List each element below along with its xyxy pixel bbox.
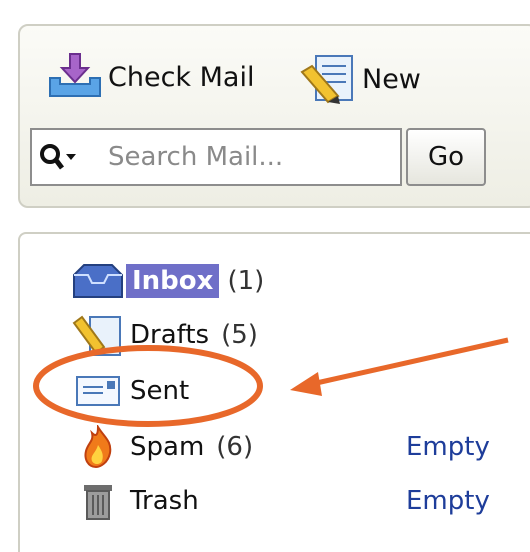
new-label: New	[362, 63, 421, 95]
empty-trash-link[interactable]: Empty	[406, 486, 490, 516]
compose-pencil-icon	[298, 52, 362, 106]
folder-spam[interactable]: Spam (6)	[70, 424, 253, 470]
sent-envelope-icon	[70, 369, 126, 413]
magnifier-dropdown-icon[interactable]	[32, 142, 106, 172]
folder-trash[interactable]: Trash	[70, 478, 203, 524]
folder-spam-label: Spam	[130, 432, 205, 462]
folder-sent-label: Sent	[130, 376, 190, 406]
envelope-download-icon	[44, 52, 108, 102]
draft-pencil-icon	[70, 313, 126, 357]
folder-inbox-label: Inbox	[126, 264, 220, 298]
trash-can-icon	[70, 479, 126, 523]
folder-drafts[interactable]: Drafts (5)	[70, 312, 258, 358]
inbox-tray-icon	[70, 259, 126, 303]
folder-inbox[interactable]: Inbox (1)	[70, 258, 264, 304]
empty-spam-link[interactable]: Empty	[406, 432, 490, 462]
search-box	[30, 128, 402, 186]
go-button[interactable]: Go	[406, 128, 486, 186]
folder-sent[interactable]: Sent	[70, 368, 193, 414]
check-mail-label: Check Mail	[108, 61, 255, 93]
check-mail-button[interactable]: Check Mail	[44, 52, 254, 102]
folder-trash-label: Trash	[130, 486, 199, 516]
folder-drafts-label: Drafts	[130, 320, 210, 350]
new-message-button[interactable]: New	[298, 52, 421, 106]
flame-icon	[70, 425, 126, 469]
search-input[interactable]	[106, 141, 400, 173]
folder-spam-count: (6)	[216, 432, 254, 462]
folder-drafts-count: (5)	[221, 320, 258, 350]
folder-inbox-count: (1)	[227, 266, 265, 296]
